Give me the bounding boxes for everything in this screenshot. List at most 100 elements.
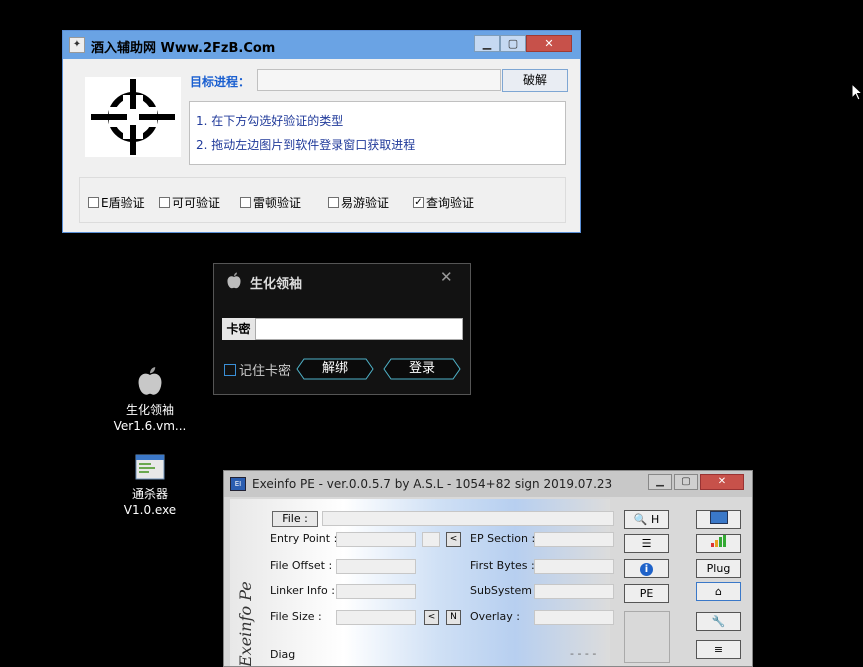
unbind-button[interactable]: 解绑: [296, 358, 374, 380]
minimize-button[interactable]: ▁: [648, 474, 672, 490]
linker-info-label: Linker Info :: [270, 584, 335, 597]
login-window: 生化领袖 ✕ 卡密 记住卡密 解绑 登录: [213, 263, 471, 395]
magnifier-icon: 🔍: [633, 513, 648, 526]
desktop-icon-shenghua[interactable]: 生化领袖 Ver1.6.vm...: [105, 366, 195, 434]
title-bar[interactable]: EI Exeinfo PE - ver.0.0.5.7 by A.S.L - 1…: [224, 471, 752, 497]
key-input[interactable]: [255, 318, 463, 340]
entry-point-prev-button[interactable]: <: [446, 532, 461, 547]
home-icon: ⌂: [715, 585, 722, 598]
preview-box: [624, 611, 670, 663]
target-process-input[interactable]: [257, 69, 501, 91]
remember-key-checkbox[interactable]: 记住卡密: [224, 360, 291, 379]
subsystem-field[interactable]: [534, 584, 614, 599]
entry-point-field[interactable]: [336, 532, 416, 547]
remember-label: 记住卡密: [239, 364, 292, 379]
h-label: H: [650, 513, 660, 526]
crack-button[interactable]: 破解: [502, 69, 568, 92]
file-offset-field[interactable]: [336, 559, 416, 574]
search-h-button[interactable]: 🔍 H: [624, 510, 669, 529]
plug-button[interactable]: Plug: [696, 559, 741, 578]
window-title: 生化领袖: [250, 277, 303, 292]
option-label: 查询验证: [426, 196, 475, 210]
icon-label-line1: 通杀器: [131, 487, 168, 501]
instruction-line-2: 2. 拖动左边图片到软件登录窗口获取进程: [196, 138, 416, 152]
option-leidun[interactable]: 雷顿验证: [240, 194, 301, 211]
verification-type-group: E盾验证 可可验证 雷顿验证 易游验证 ✓ 查询验证: [79, 177, 566, 223]
option-query[interactable]: ✓ 查询验证: [413, 194, 474, 211]
option-label: 可可验证: [172, 196, 221, 210]
entry-point-extra-field[interactable]: [422, 532, 440, 547]
maximize-button[interactable]: ▢: [674, 474, 698, 490]
entry-point-label: Entry Point :: [270, 532, 338, 545]
file-button[interactable]: File :: [272, 511, 318, 527]
subsystem-label: SubSystem :: [470, 584, 540, 597]
minimize-button[interactable]: ▁: [474, 35, 500, 52]
overlay-field[interactable]: [534, 610, 614, 625]
close-button[interactable]: ✕: [526, 35, 572, 52]
file-size-prev-button[interactable]: <: [424, 610, 439, 625]
info-button[interactable]: i: [624, 559, 669, 578]
first-bytes-field[interactable]: [534, 559, 614, 574]
window-title: Exeinfo PE - ver.0.0.5.7 by A.S.L - 1054…: [252, 477, 613, 491]
home-button[interactable]: ⌂: [696, 582, 741, 601]
file-size-label: File Size :: [270, 610, 322, 623]
overlay-label: Overlay :: [470, 610, 520, 623]
file-offset-label: File Offset :: [270, 559, 333, 572]
crosshair-icon: [91, 79, 175, 155]
checkbox-checked[interactable]: ✓: [413, 197, 424, 208]
option-label: 雷顿验证: [253, 196, 302, 210]
file-size-field[interactable]: [336, 610, 416, 625]
file-size-n-button[interactable]: N: [446, 610, 461, 625]
app-icon: ✦: [69, 37, 85, 53]
checkbox[interactable]: [88, 197, 99, 208]
apple-icon: [227, 272, 241, 289]
first-bytes-label: First Bytes :: [470, 559, 535, 572]
target-process-label: 目标进程：: [190, 75, 251, 89]
title-bar[interactable]: ✦ 酒入辅助网 Www.2FzB.Com ▁ ▢ ✕: [63, 31, 580, 59]
unbind-label: 解绑: [321, 361, 348, 376]
sections-button[interactable]: ☰: [624, 534, 669, 553]
option-yiyou[interactable]: 易游验证: [328, 194, 389, 211]
maximize-button[interactable]: ▢: [500, 35, 526, 52]
checkbox[interactable]: [224, 363, 236, 376]
option-keke[interactable]: 可可验证: [159, 194, 220, 211]
stats-button[interactable]: [696, 534, 741, 553]
folder-icon: [709, 511, 728, 524]
pe-button[interactable]: PE: [624, 584, 669, 603]
stack-icon: ☰: [641, 537, 652, 550]
info-icon: i: [640, 563, 653, 576]
open-folder-button[interactable]: [696, 510, 741, 529]
login-button[interactable]: 登录: [383, 358, 461, 380]
diag-dashes: - - - -: [570, 647, 597, 660]
option-label: E盾验证: [101, 196, 145, 210]
bar-chart-icon: [711, 535, 726, 547]
side-logo-text: Exeinfo Pe: [236, 581, 255, 667]
checkbox[interactable]: [240, 197, 251, 208]
mouse-cursor-icon: [851, 83, 863, 101]
key-label: 卡密: [222, 318, 255, 340]
wrench-icon: 🔧: [711, 615, 726, 628]
ep-section-label: EP Section :: [470, 532, 536, 545]
icon-label-line2: Ver1.6.vm...: [113, 419, 187, 433]
tools-button[interactable]: 🔧: [696, 612, 741, 631]
checkbox[interactable]: [159, 197, 170, 208]
desktop-icon-tongshaqi[interactable]: 通杀器 V1.0.exe: [105, 454, 195, 518]
icon-label-line1: 生化领袖: [125, 403, 174, 417]
exeinfo-window: EI Exeinfo PE - ver.0.0.5.7 by A.S.L - 1…: [223, 470, 753, 667]
apple-icon: [138, 367, 162, 395]
close-button[interactable]: ✕: [700, 474, 744, 490]
diag-label: Diag: [270, 648, 296, 661]
option-edun[interactable]: E盾验证: [88, 194, 145, 211]
crosshair-drag-target[interactable]: [85, 77, 181, 157]
helper-window: ✦ 酒入辅助网 Www.2FzB.Com ▁ ▢ ✕ 目标进程： 破解 1. 在…: [62, 30, 581, 233]
checkbox[interactable]: [328, 197, 339, 208]
icon-label-line2: V1.0.exe: [123, 503, 177, 517]
instructions-box: 1. 在下方勾选好验证的类型 2. 拖动左边图片到软件登录窗口获取进程: [189, 101, 566, 165]
ep-section-field[interactable]: [534, 532, 614, 547]
close-icon[interactable]: ✕: [440, 268, 453, 286]
menu-button[interactable]: ≡: [696, 640, 741, 659]
option-label: 易游验证: [341, 196, 390, 210]
exeinfo-app-icon: EI: [230, 477, 246, 491]
linker-info-field[interactable]: [336, 584, 416, 599]
file-path-field[interactable]: [322, 511, 614, 526]
